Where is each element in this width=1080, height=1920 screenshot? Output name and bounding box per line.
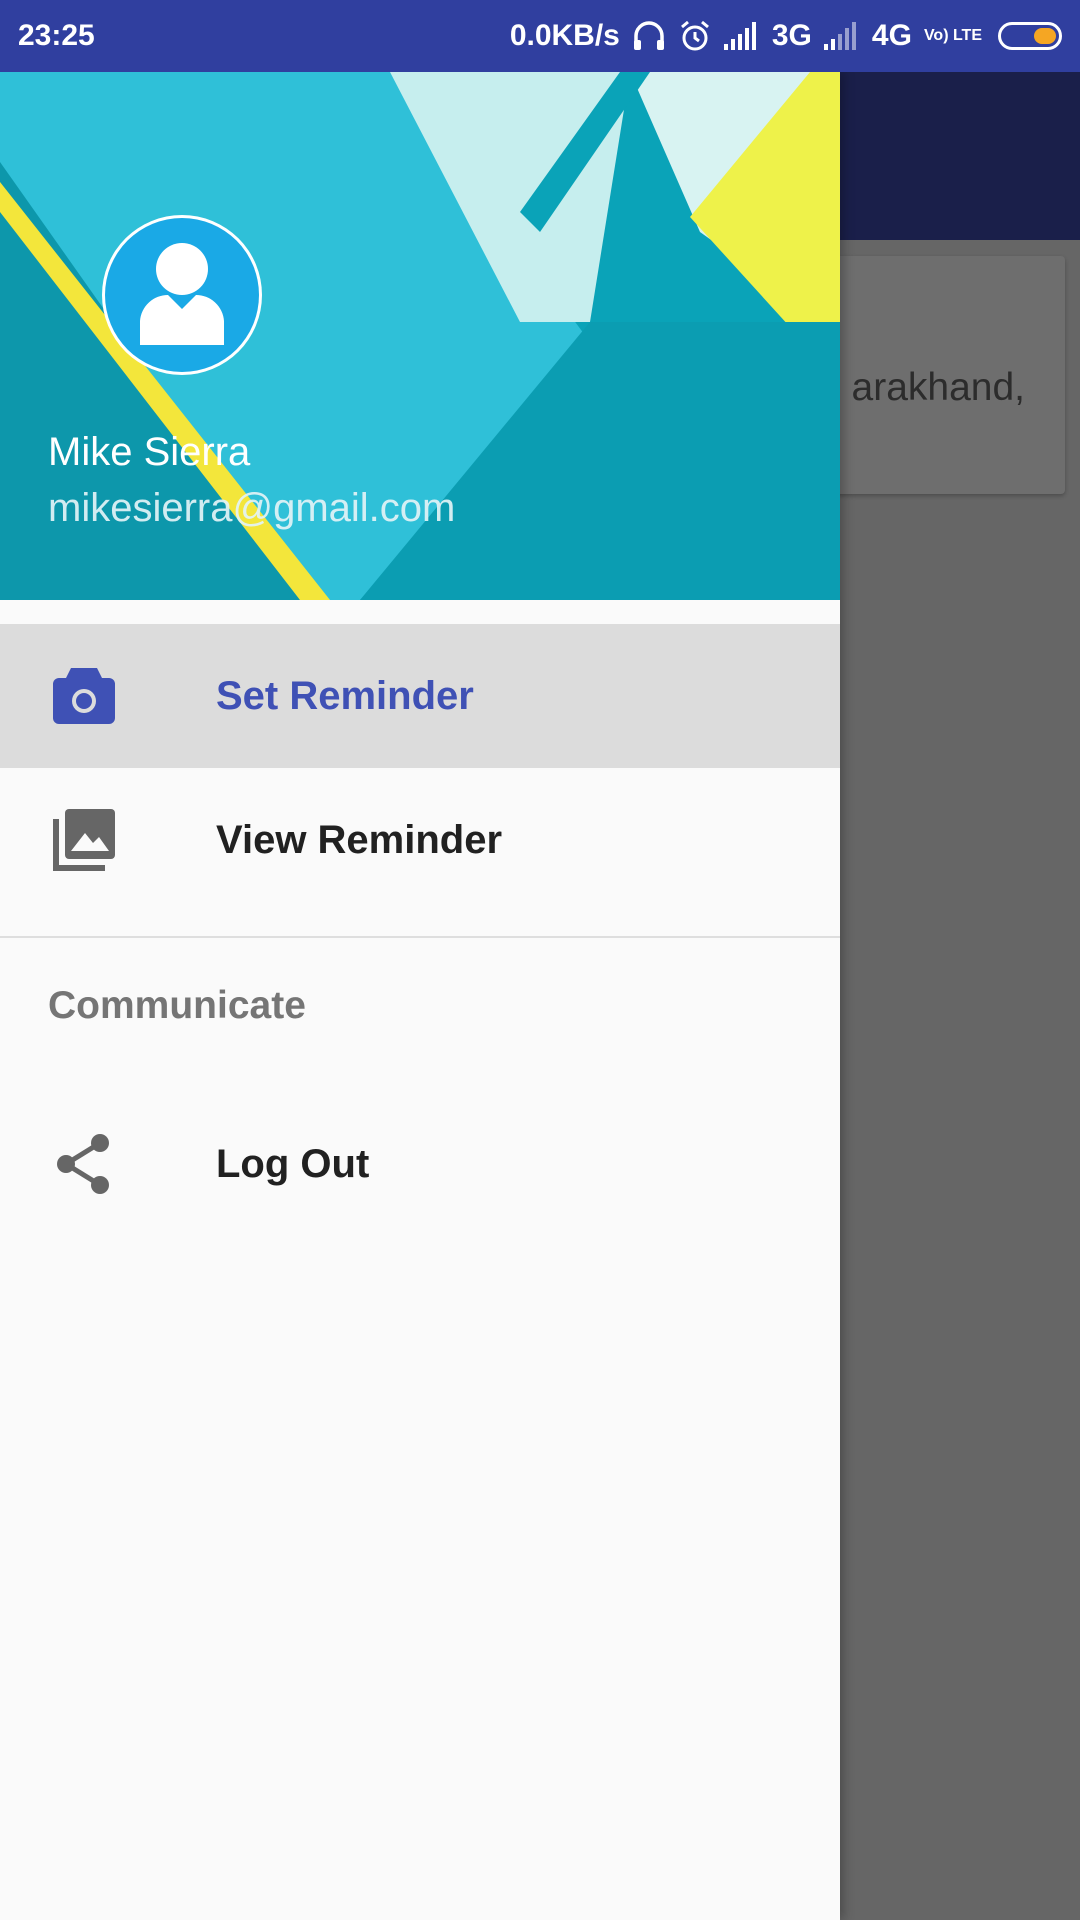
network-speed: 0.0KB/s [509, 19, 620, 52]
location-card: arakhand, [820, 256, 1065, 494]
network-4g: 4G [871, 19, 912, 52]
user-name: Mike Sierra [48, 430, 251, 474]
user-icon [140, 243, 224, 345]
network-3g: 3G [771, 19, 812, 52]
photo-library-icon [52, 808, 116, 872]
section-title: Communicate [48, 984, 306, 1027]
user-email: mikesierra@gmail.com [48, 486, 456, 530]
camera-icon [52, 664, 116, 728]
navigation-drawer: Mike Sierra mikesierra@gmail.com Set Rem… [0, 72, 840, 1920]
menu-item-view-reminder[interactable]: View Reminder [0, 768, 840, 912]
headphones-icon [632, 20, 666, 52]
status-icons: 0.0KB/s 3G 4G Vo) LTE [510, 19, 1062, 53]
share-icon [52, 1132, 116, 1196]
avatar[interactable] [102, 215, 262, 375]
menu-label: Set Reminder [216, 673, 474, 718]
volte-indicator: Vo) LTE [923, 27, 982, 44]
menu-item-set-reminder[interactable]: Set Reminder [0, 624, 840, 768]
menu-item-log-out[interactable]: Log Out [0, 1092, 840, 1236]
menu-label: Log Out [216, 1141, 370, 1186]
battery-icon [998, 22, 1062, 50]
card-text: arakhand, [851, 366, 1025, 409]
signal-weak-icon [823, 22, 860, 50]
menu-label: View Reminder [216, 817, 503, 862]
alarm-icon [678, 19, 712, 53]
drawer-menu: Set Reminder View Reminder Communicate L… [0, 624, 840, 1236]
drawer-header: Mike Sierra mikesierra@gmail.com [0, 72, 840, 600]
status-bar: 23:25 0.0KB/s 3G 4G Vo) LTE [0, 0, 1080, 72]
signal-icon [723, 22, 760, 50]
status-time: 23:25 [18, 19, 95, 52]
